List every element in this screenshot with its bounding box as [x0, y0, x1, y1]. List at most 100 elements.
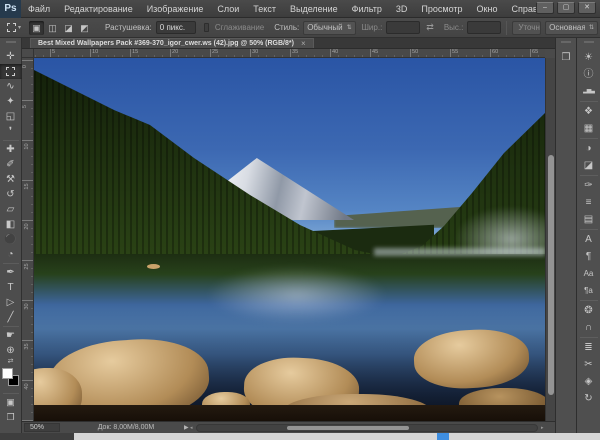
scroll-right-icon[interactable]: ▸: [541, 425, 544, 431]
workspace-select[interactable]: Основная рабочая среда ⇅: [545, 20, 598, 35]
crop-tool[interactable]: ◱: [0, 109, 22, 124]
horizontal-ruler[interactable]: 5 10 15 20 25 30 35 40 45 50 55 60 65: [34, 49, 545, 58]
dock-grip[interactable]: [583, 41, 594, 43]
zoom-tool[interactable]: ⊕: [0, 343, 22, 358]
ruler-corner: [22, 49, 34, 58]
style-select[interactable]: Обычный ⇅: [303, 20, 356, 35]
close-button[interactable]: ✕: [578, 2, 596, 14]
pen-tool[interactable]: ✒: [0, 265, 22, 280]
clone-source-panel-icon[interactable]: ≡: [578, 194, 600, 211]
menu-item-6[interactable]: Фильтр: [345, 0, 389, 18]
menu-item-4[interactable]: Текст: [246, 0, 283, 18]
3d-panel-icon[interactable]: ❒: [555, 49, 577, 66]
clone-stamp-tool[interactable]: ⚒: [0, 172, 22, 187]
horizontal-scrollbar[interactable]: [196, 424, 538, 432]
quick-mask-button[interactable]: ▣: [0, 395, 22, 410]
dock-grip[interactable]: [561, 41, 571, 43]
tool-preset-picker[interactable]: ▾: [5, 22, 23, 33]
tool-divider: [2, 326, 19, 327]
properties-panel-icon[interactable]: ◪: [578, 157, 600, 174]
vertical-scrollbar[interactable]: [545, 58, 555, 421]
height-input[interactable]: [467, 21, 502, 34]
taskbar-accent: [437, 433, 449, 440]
character-panel-icon[interactable]: A: [578, 231, 600, 248]
vertical-scrollbar-thumb[interactable]: [548, 155, 554, 395]
move-tool[interactable]: ✛: [0, 49, 22, 64]
menu-item-7[interactable]: 3D: [389, 0, 415, 18]
subtract-from-selection-mode[interactable]: ◪: [61, 21, 76, 35]
scroll-left-icon[interactable]: ◂: [190, 425, 193, 431]
dock-grip[interactable]: [5, 41, 16, 43]
width-input[interactable]: [386, 21, 421, 34]
eraser-tool[interactable]: ▱: [0, 202, 22, 217]
paragraph-styles-panel-icon[interactable]: ¶a: [578, 282, 600, 299]
rectangular-marquee-tool[interactable]: [0, 64, 22, 79]
hand-tool[interactable]: ☛: [0, 328, 22, 343]
minimize-button[interactable]: –: [536, 2, 554, 14]
menu-item-0[interactable]: Файл: [21, 0, 57, 18]
tool-divider: [2, 263, 19, 264]
brush-tool[interactable]: ✐: [0, 157, 22, 172]
brush-panel-icon[interactable]: ✑: [578, 177, 600, 194]
menu-item-5[interactable]: Выделение: [283, 0, 345, 18]
paragraph-panel-icon[interactable]: ¶: [578, 248, 600, 265]
character-styles-panel-icon[interactable]: Aa: [578, 265, 600, 282]
color-panel-icon[interactable]: ☀: [578, 49, 600, 66]
document-tab-bar: Best Mixed Wallpapers Pack #369-370_igor…: [22, 38, 555, 49]
styles-panel-icon[interactable]: ▦: [578, 120, 600, 137]
select-arrows-icon: ⇅: [346, 25, 352, 31]
eyedropper-tool[interactable]: ❜: [0, 124, 22, 139]
history-panel-icon[interactable]: ↻: [578, 390, 600, 407]
style-value: Обычный: [307, 23, 343, 32]
dodge-tool[interactable]: ◔: [0, 247, 22, 262]
menu-item-3[interactable]: Слои: [210, 0, 246, 18]
lasso-tool[interactable]: ∿: [0, 79, 22, 94]
path-selection-tool[interactable]: ▷: [0, 295, 22, 310]
screen-mode-button[interactable]: ❐: [0, 410, 22, 425]
quick-selection-tool[interactable]: ✦: [0, 94, 22, 109]
refine-edge-button[interactable]: Уточн. кра: [512, 20, 542, 35]
measure-panel-icon[interactable]: ✂: [578, 356, 600, 373]
type-tool[interactable]: T: [0, 280, 22, 295]
gradient-tool[interactable]: ◧: [0, 217, 22, 232]
menu-item-1[interactable]: Редактирование: [57, 0, 140, 18]
link-dimensions-icon[interactable]: ⇄: [426, 22, 434, 33]
tool-divider: [2, 393, 19, 394]
status-menu-arrow-icon[interactable]: ▶: [184, 424, 189, 431]
menu-item-8[interactable]: Просмотр: [414, 0, 469, 18]
marquee-tool-icon: [6, 66, 15, 76]
mini-bridge-panel-icon[interactable]: ❂: [578, 302, 600, 319]
dock-group-divider: [579, 175, 598, 176]
vertical-ruler[interactable]: 051015202530354045: [22, 58, 34, 430]
notes-panel-icon[interactable]: ≣: [578, 339, 600, 356]
height-label: Выс.:: [443, 23, 464, 32]
antialias-checkbox[interactable]: [203, 23, 209, 32]
horizontal-scrollbar-thumb[interactable]: [287, 426, 409, 430]
histogram-panel-icon[interactable]: ▂▅▃: [578, 83, 600, 100]
swatches-panel-icon[interactable]: ❖: [578, 103, 600, 120]
maximize-button[interactable]: ▢: [557, 2, 575, 14]
menu-item-2[interactable]: Изображение: [140, 0, 211, 18]
timeline-panel-icon[interactable]: ∩: [578, 319, 600, 336]
layer-comps-panel-icon[interactable]: ▤: [578, 211, 600, 228]
document-tab[interactable]: Best Mixed Wallpapers Pack #369-370_igor…: [30, 38, 314, 48]
intersect-selection-mode[interactable]: ◩: [77, 21, 92, 35]
menu-item-9[interactable]: Окно: [470, 0, 505, 18]
adjustments-panel-icon[interactable]: ◑: [578, 140, 600, 157]
info-panel-icon[interactable]: ⓘ: [578, 66, 600, 83]
blur-tool[interactable]: ⚫: [0, 232, 22, 247]
feather-input[interactable]: [155, 21, 196, 34]
new-selection-mode[interactable]: ▣: [29, 20, 45, 35]
swap-colors-icon[interactable]: ⇄: [8, 358, 14, 366]
line-tool[interactable]: ╱: [0, 310, 22, 325]
layers-panel-icon[interactable]: ◈: [578, 373, 600, 390]
color-wells[interactable]: [1, 368, 21, 390]
history-brush-tool[interactable]: ↺: [0, 187, 22, 202]
healing-brush-tool[interactable]: ✚: [0, 142, 22, 157]
foreground-color-swatch[interactable]: [1, 368, 13, 379]
add-to-selection-mode[interactable]: ◫: [45, 21, 60, 35]
zoom-level-field[interactable]: 50%: [24, 423, 60, 432]
select-arrows-icon: ⇅: [588, 25, 594, 31]
document-canvas[interactable]: [34, 58, 545, 421]
close-tab-icon[interactable]: ×: [301, 39, 306, 48]
